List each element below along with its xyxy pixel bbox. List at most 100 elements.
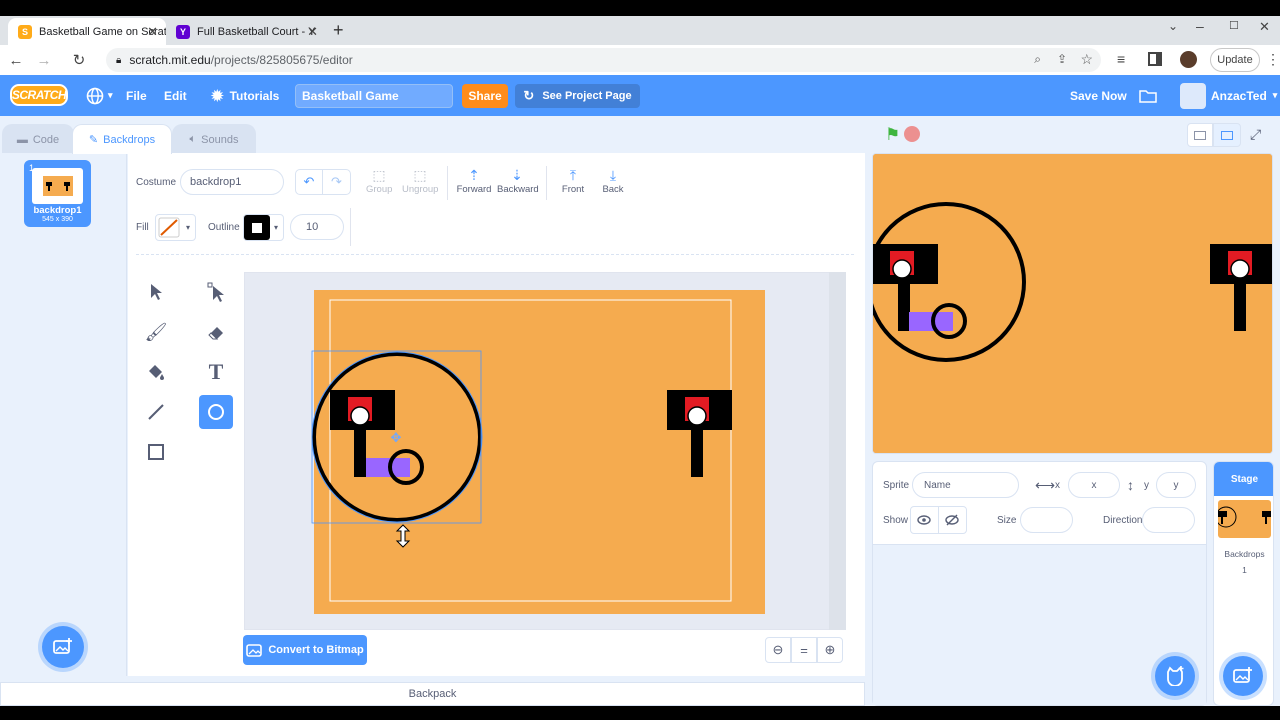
scratch-menu-bar: SCRATCH ▾ File Edit ✹ Tutorials Basketba… xyxy=(0,75,1280,116)
forward-arrow-icon[interactable]: → xyxy=(33,49,55,71)
undo-icon[interactable]: ↶ xyxy=(296,170,324,194)
my-stuff-folder-icon[interactable] xyxy=(1139,75,1157,116)
size-input[interactable] xyxy=(1020,507,1073,533)
reshape-tool[interactable] xyxy=(199,275,233,309)
update-button[interactable]: Update xyxy=(1210,48,1260,72)
zoom-out-icon: ⊖ xyxy=(772,642,784,657)
url-path: /projects/825805675/editor xyxy=(210,53,353,67)
choose-stage-backdrop-button[interactable] xyxy=(1223,656,1263,696)
see-project-page-label: See Project Page xyxy=(542,90,632,102)
fill-tool[interactable] xyxy=(139,355,173,389)
group-icon: ⬚ xyxy=(372,167,386,183)
edit-menu[interactable]: Edit xyxy=(164,75,187,116)
scratch-logo[interactable]: SCRATCH xyxy=(10,84,68,106)
file-menu[interactable]: File xyxy=(126,75,147,116)
fullscreen-icon[interactable]: ⤢ xyxy=(1250,126,1261,143)
select-tool[interactable] xyxy=(139,275,173,309)
browser-tab-scratch[interactable]: S Basketball Game on Scratch ✕ xyxy=(8,18,166,45)
close-tab-icon[interactable]: ✕ xyxy=(307,24,318,40)
minimize-icon[interactable]: – xyxy=(1196,18,1204,34)
eraser-tool[interactable] xyxy=(199,315,233,349)
outline-color-picker[interactable]: ▾ xyxy=(243,214,284,241)
close-window-icon[interactable]: ✕ xyxy=(1259,19,1270,35)
tab-backdrops[interactable]: ✎ Backdrops xyxy=(72,124,172,154)
close-tab-icon[interactable]: ✕ xyxy=(147,24,158,40)
circle-tool[interactable] xyxy=(199,395,233,429)
front-icon: ⤒ xyxy=(569,167,577,183)
small-stage-button[interactable] xyxy=(1187,123,1213,147)
green-flag-icon[interactable]: ⚑ xyxy=(885,125,900,145)
backdrop-thumbnail[interactable]: 1 backdrop1 545 x 390 xyxy=(24,160,91,227)
tab-code[interactable]: ▬ Code xyxy=(2,124,74,154)
share-page-icon[interactable]: ⇪ xyxy=(1057,52,1067,66)
browser-menu-icon[interactable]: ⋮ xyxy=(1266,51,1280,68)
maximize-icon[interactable]: ☐ xyxy=(1229,19,1239,32)
convert-to-bitmap-button[interactable]: Convert to Bitmap xyxy=(243,635,367,665)
address-bar-row: ← → ↻ 🔒︎ scratch.mit.edu/projects/825805… xyxy=(0,45,1280,75)
tab-sounds[interactable]: 🔈︎ Sounds xyxy=(172,124,256,154)
paint-canvas[interactable]: ✥ xyxy=(244,272,846,630)
reading-list-icon[interactable]: ≡ xyxy=(1117,51,1125,67)
costume-name-input[interactable]: backdrop1 xyxy=(180,169,284,195)
show-eye-button[interactable] xyxy=(911,507,939,533)
language-menu[interactable]: ▾ xyxy=(86,75,113,116)
browser-tab-title: Full Basketball Court - Yahoo I xyxy=(197,25,315,38)
profile-avatar[interactable] xyxy=(1180,51,1197,68)
outline-width-input[interactable]: 10 xyxy=(290,214,344,240)
stage-thumbnail[interactable] xyxy=(1215,500,1271,538)
ungroup-button[interactable]: ⬚ Ungroup xyxy=(402,167,438,195)
line-tool[interactable] xyxy=(139,395,173,429)
forward-button[interactable]: ⇡ Forward xyxy=(456,167,492,195)
user-avatar[interactable] xyxy=(1180,83,1206,109)
canvas-scrollbar[interactable] xyxy=(829,272,846,630)
cat-plus-icon xyxy=(1167,666,1184,686)
center-crosshair-icon: ✥ xyxy=(391,430,402,445)
circle-icon xyxy=(208,404,224,420)
direction-input[interactable] xyxy=(1142,507,1195,533)
share-button[interactable]: Share xyxy=(462,84,508,108)
choose-sprite-button[interactable] xyxy=(1155,656,1195,696)
stop-icon[interactable] xyxy=(904,126,920,142)
side-panel-icon[interactable] xyxy=(1148,52,1162,66)
tutorials-menu[interactable]: ✹ Tutorials xyxy=(211,75,279,116)
backward-icon: ⇣ xyxy=(511,167,523,183)
new-tab-icon[interactable]: + xyxy=(333,20,344,41)
backward-button[interactable]: ⇣ Backward xyxy=(497,167,539,195)
see-project-page-button[interactable]: ↻ See Project Page xyxy=(515,84,640,108)
account-menu[interactable]: AnzacTed ▾ xyxy=(1211,75,1277,116)
direction-label: Direction xyxy=(1103,515,1143,526)
zoom-out-button[interactable]: ⊖ xyxy=(765,637,791,663)
zoom-in-button[interactable]: ⊕ xyxy=(817,637,843,663)
zoom-icon[interactable]: ⌕ xyxy=(1034,52,1041,67)
front-button[interactable]: ⤒ Front xyxy=(560,167,586,195)
y-arrows-icon: ↕ xyxy=(1127,477,1134,493)
brush-tool[interactable]: 🖌︎ xyxy=(139,315,173,349)
code-blocks-icon: ▬ xyxy=(16,133,28,146)
sprite-name-input[interactable]: Name xyxy=(912,472,1019,498)
text-tool[interactable]: T xyxy=(199,355,233,389)
y-input[interactable]: y xyxy=(1156,472,1196,498)
project-title-input[interactable]: Basketball Game xyxy=(295,84,453,108)
backpack-bar[interactable]: Backpack xyxy=(0,682,865,706)
tab-search-chevron-icon[interactable]: ⌄ xyxy=(1168,19,1178,33)
browser-tab-yahoo[interactable]: Y Full Basketball Court - Yahoo I ✕ xyxy=(166,18,326,45)
add-image-icon xyxy=(1233,667,1252,683)
redo-icon[interactable]: ↷ xyxy=(323,170,350,194)
stage-preview[interactable] xyxy=(872,153,1273,454)
back-button[interactable]: ⤓ Back xyxy=(600,167,626,195)
url-field[interactable]: 🔒︎ scratch.mit.edu/projects/825805675/ed… xyxy=(106,48,1101,72)
back-arrow-icon[interactable]: ← xyxy=(5,49,27,71)
x-input[interactable]: x xyxy=(1068,472,1120,498)
choose-backdrop-button[interactable] xyxy=(42,626,84,668)
paintbrush-icon: ✎ xyxy=(88,134,99,146)
rectangle-tool[interactable] xyxy=(139,435,173,469)
zoom-reset-button[interactable]: = xyxy=(791,637,817,663)
bookmark-star-icon[interactable]: ☆ xyxy=(1080,51,1093,68)
add-image-icon xyxy=(53,638,72,654)
group-button[interactable]: ⬚ Group xyxy=(366,167,392,195)
save-now-button[interactable]: Save Now xyxy=(1070,75,1127,116)
large-stage-button[interactable] xyxy=(1213,123,1241,147)
hide-eye-button[interactable] xyxy=(939,507,966,533)
fill-color-picker[interactable]: ▾ xyxy=(155,214,196,241)
reload-icon[interactable]: ↻ xyxy=(68,49,90,71)
